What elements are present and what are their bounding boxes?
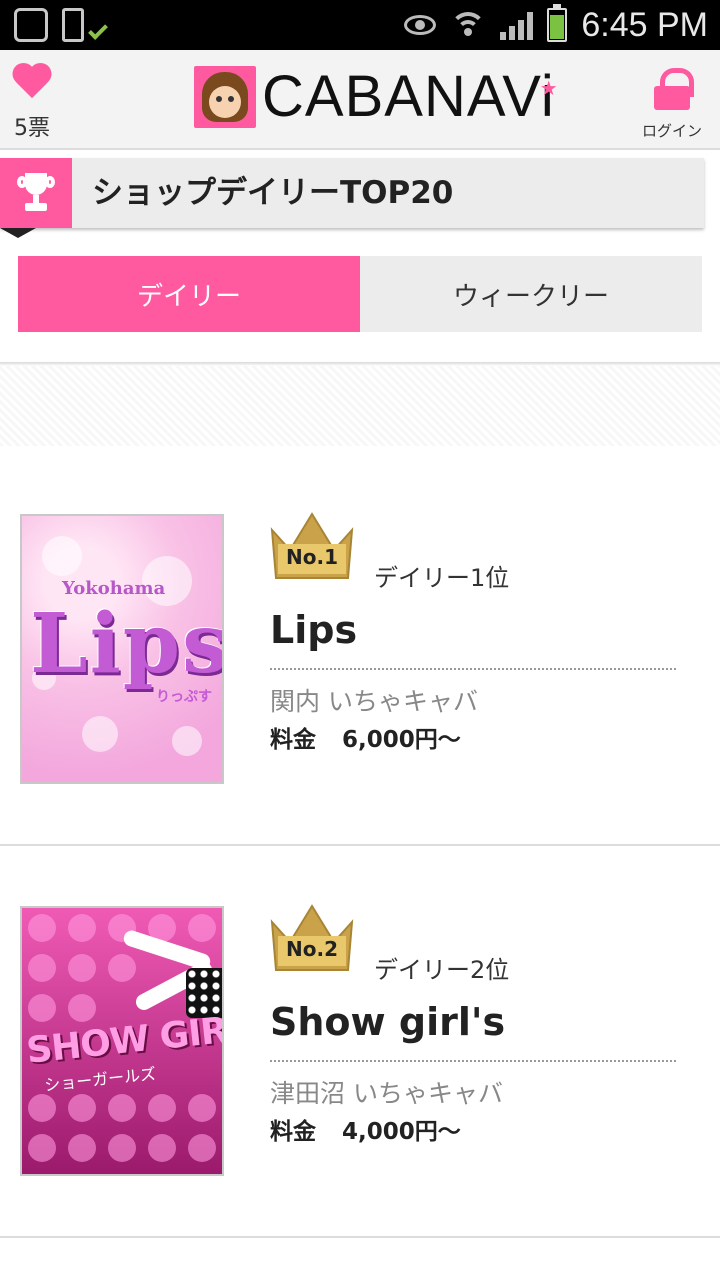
- star-icon: ★: [539, 78, 559, 100]
- shop-price: 料金 6,000円〜: [270, 720, 461, 754]
- shop-name[interactable]: Lips: [270, 608, 357, 652]
- shop-area: 津田沼 いちゃキャバ: [270, 1079, 503, 1108]
- download-complete-icon: [62, 8, 108, 42]
- price-value: 4,000円〜: [342, 1119, 461, 1145]
- price-label: 料金: [270, 1119, 316, 1145]
- login-label: ログイン: [641, 122, 702, 140]
- rank-crown-icon: No.2: [270, 904, 354, 972]
- dotted-divider: [270, 1060, 676, 1062]
- app-logo[interactable]: CABANAVi ★: [194, 66, 558, 128]
- signal-icon: [500, 10, 534, 40]
- rank-badge: No.1: [286, 545, 338, 569]
- heart-icon: [11, 64, 53, 102]
- notification-app-icon: [14, 8, 48, 42]
- vote-button[interactable]: 5票: [10, 64, 54, 142]
- login-button[interactable]: ログイン: [640, 68, 704, 141]
- trophy-badge: [0, 158, 72, 228]
- tab-weekly[interactable]: ウィークリー: [360, 256, 702, 332]
- ribbon-fold: [0, 228, 36, 238]
- thumb-logo-text: Lips: [30, 596, 224, 692]
- status-bar: 6:45 PM: [0, 0, 720, 50]
- shop-thumbnail[interactable]: SHOW GIRLS ショーガールズ: [20, 906, 224, 1176]
- thumb-kana: りっぷす: [156, 689, 212, 705]
- shop-name[interactable]: Show girl's: [270, 1000, 505, 1044]
- page-title: ショップデイリーTOP20: [92, 175, 454, 211]
- period-tabs: デイリー ウィークリー: [18, 256, 702, 332]
- logo-text: CABANAVi ★: [262, 66, 558, 128]
- eye-icon: [404, 15, 437, 35]
- shop-price: 料金 4,000円〜: [270, 1112, 461, 1146]
- vote-count: 5票: [14, 116, 50, 141]
- rank-label: デイリー1位: [374, 564, 510, 592]
- section-header: ショップデイリーTOP20: [0, 158, 704, 228]
- rank-badge: No.2: [286, 937, 338, 961]
- tab-daily[interactable]: デイリー: [18, 256, 360, 332]
- app-header: 5票 CABANAVi ★ ログイン: [0, 50, 720, 150]
- pattern-divider: [0, 366, 720, 446]
- clock: 6:45 PM: [581, 5, 708, 44]
- price-label: 料金: [270, 727, 316, 753]
- dotted-divider: [270, 668, 676, 670]
- ranking-list-item[interactable]: SHOW GIRLS ショーガールズ No.2 デイリー2位 Show girl…: [0, 846, 720, 1238]
- rank-crown-icon: No.1: [270, 512, 354, 580]
- price-value: 6,000円〜: [342, 727, 461, 753]
- logo-face-icon: [194, 66, 256, 128]
- wifi-icon: [450, 10, 487, 40]
- battery-icon: [547, 4, 568, 42]
- shop-area: 関内 いちゃキャバ: [270, 687, 478, 716]
- list-divider: [0, 1236, 720, 1238]
- trophy-icon: [17, 173, 55, 213]
- shop-thumbnail[interactable]: Yokohama Lips りっぷす: [20, 514, 224, 784]
- rank-label: デイリー2位: [374, 956, 510, 984]
- thumb-illustration: [112, 928, 222, 1018]
- ranking-list-item[interactable]: Yokohama Lips りっぷす No.1 デイリー1位 Lips 関内 い…: [0, 454, 720, 846]
- lock-icon: [654, 68, 694, 112]
